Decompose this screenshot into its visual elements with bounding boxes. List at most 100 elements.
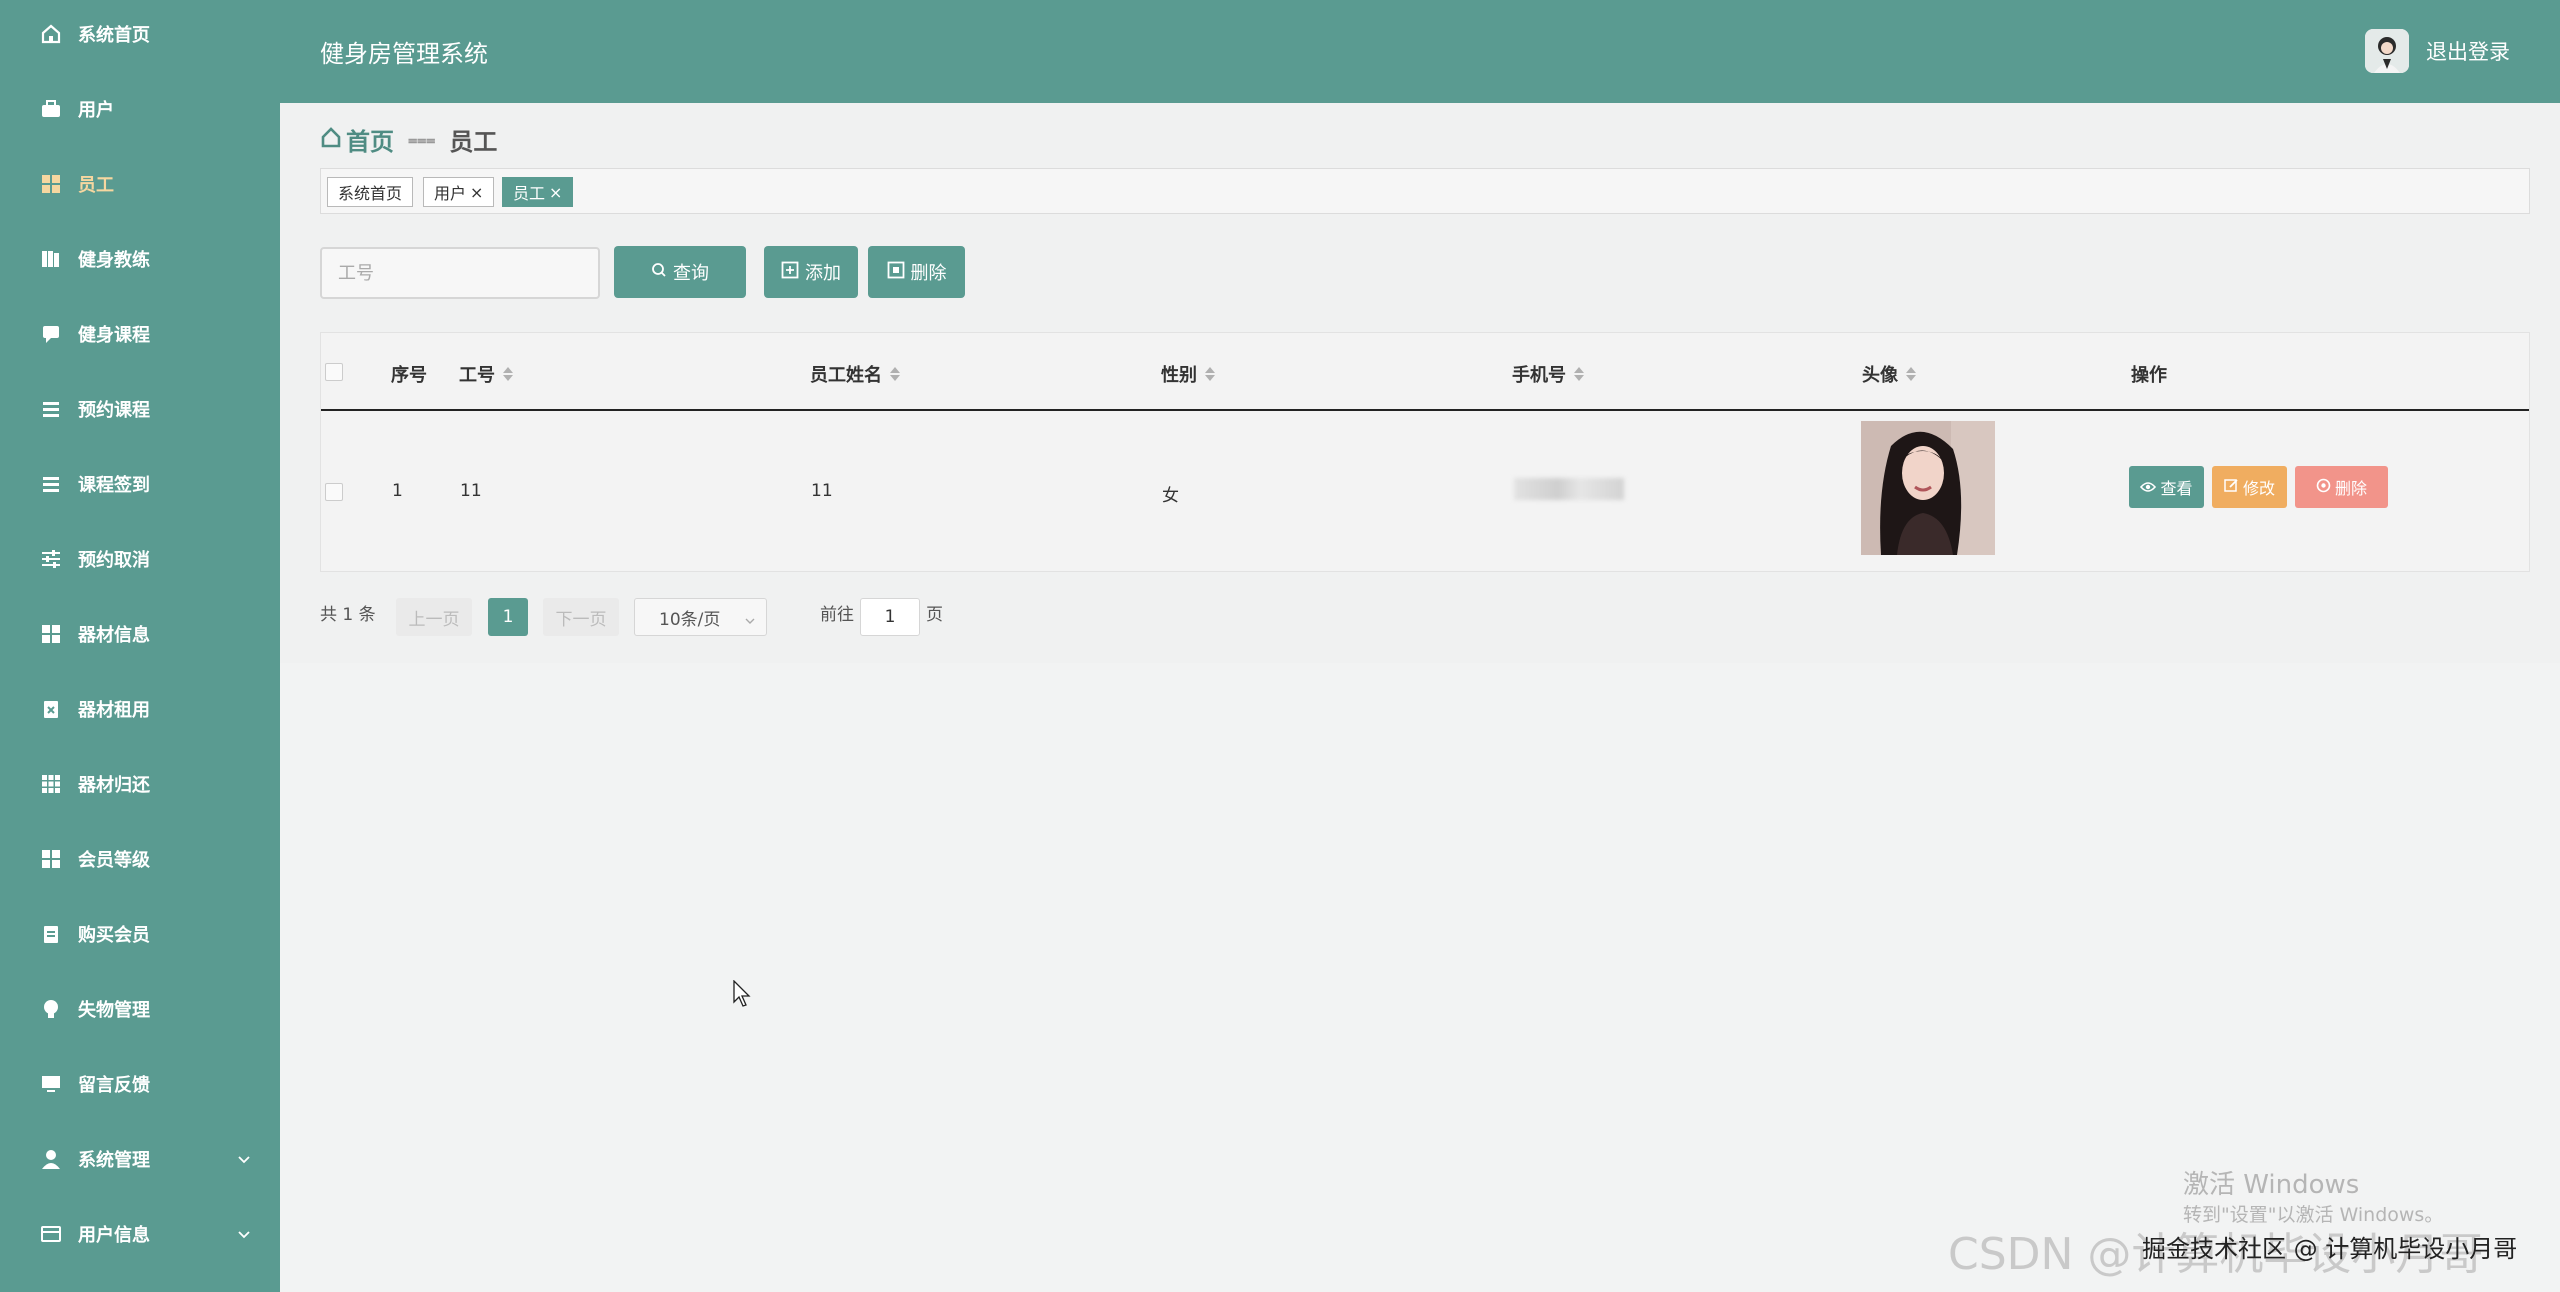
goto-label: 前往 [820,605,854,625]
sidebar-item-course[interactable]: 健身课程 [0,296,280,371]
sidebar-item-user-info[interactable]: 用户信息 [0,1196,280,1271]
sort-icon[interactable] [503,367,513,381]
sidebar-item-lost-found[interactable]: 失物管理 [0,971,280,1046]
clipboard-icon [40,923,62,945]
tag-label: 用户 [434,184,467,203]
page-number-current[interactable]: 1 [488,598,528,636]
page-suffix: 页 [926,605,943,625]
next-page-button[interactable]: 下一页 [543,598,619,636]
query-button[interactable]: 查询 [614,246,746,298]
select-all-checkbox[interactable] [325,363,343,381]
sidebar-item-users[interactable]: 用户 [0,71,280,146]
sidebar-item-label: 健身课程 [78,324,150,346]
sidebar-item-buy-member[interactable]: 购买会员 [0,896,280,971]
close-icon[interactable]: × [549,183,562,202]
column-header-phone[interactable]: 手机号 [1512,361,1584,387]
plus-square-icon [781,261,799,284]
sidebar-item-booking[interactable]: 预约课程 [0,371,280,446]
page-size-select[interactable]: 10条/页 [634,598,767,636]
breadcrumb-separator: ⩶ [408,129,436,149]
sidebar-item-label: 器材归还 [78,774,150,796]
add-button[interactable]: 添加 [764,246,858,298]
eye-icon [2140,478,2157,497]
column-header-avatar[interactable]: 头像 [1862,361,1916,387]
tag-label: 系统首页 [338,184,403,203]
home-icon [40,23,62,45]
goto-page-input[interactable]: 1 [860,598,920,636]
sort-icon[interactable] [1205,367,1215,381]
sidebar-item-home[interactable]: 系统首页 [0,0,280,71]
sliders-icon [40,548,62,570]
tag-staff[interactable]: 员工 × [502,177,574,207]
cell-name: 11 [811,481,833,501]
chevron-down-icon [236,1151,252,1167]
sidebar-item-equipment[interactable]: 器材信息 [0,596,280,671]
prev-page-button[interactable]: 上一页 [396,598,472,636]
chat-icon [40,323,62,345]
logout-button[interactable]: 退出登录 [2426,36,2510,66]
sidebar-item-label: 课程签到 [78,474,150,496]
staff-photo [1861,421,1995,555]
batch-delete-button[interactable]: 删除 [868,246,965,298]
chevron-down-icon [236,1226,252,1242]
chevron-down-icon [744,612,756,632]
sort-icon[interactable] [1574,367,1584,381]
cell-gender: 女 [1162,486,1179,506]
column-header-actions: 操作 [2131,365,2167,386]
close-icon[interactable]: × [470,183,483,202]
edit-icon [2224,478,2239,497]
sidebar-item-label: 系统管理 [78,1149,150,1171]
grid-icon [40,173,62,195]
tags-bar: 系统首页 用户 × 员工 × [320,168,2530,214]
sidebar-item-label: 健身教练 [78,249,150,271]
column-header-job-no[interactable]: 工号 [459,361,513,387]
sidebar-item-return[interactable]: 器材归还 [0,746,280,821]
column-header-gender[interactable]: 性别 [1161,361,1215,387]
delete-button[interactable]: 删除 [2295,466,2388,508]
app-title: 健身房管理系统 [320,40,488,68]
sidebar-item-staff[interactable]: 员工 [0,146,280,221]
tag-users[interactable]: 用户 × [423,177,495,207]
grid-icon [40,848,62,870]
clipboard-x-icon [40,698,62,720]
view-button[interactable]: 查看 [2129,466,2204,508]
sidebar-item-label: 器材信息 [78,624,150,646]
total-count: 共 1 条 [320,605,376,625]
sort-icon[interactable] [1906,367,1916,381]
tag-label: 员工 [513,184,546,203]
column-header-name[interactable]: 员工姓名 [810,361,900,387]
row-checkbox[interactable] [325,483,343,501]
table-icon [40,773,62,795]
job-no-search-input[interactable] [320,247,600,299]
breadcrumb-home-label: 首页 [346,128,394,156]
avatar[interactable] [2365,29,2409,73]
edit-button[interactable]: 修改 [2212,466,2287,508]
query-label: 查询 [673,263,709,284]
sidebar-item-coach[interactable]: 健身教练 [0,221,280,296]
breadcrumb-home[interactable]: 首页 [320,122,394,157]
sidebar: 系统首页 用户 员工 健身教练 健身课程 预约课程 课程签到 预约取消 器材信息… [0,0,280,1292]
breadcrumb-current: 员工 [449,128,498,156]
card-icon [40,1223,62,1245]
book-icon [40,248,62,270]
sidebar-item-feedback[interactable]: 留言反馈 [0,1046,280,1121]
list-icon [40,398,62,420]
sidebar-item-checkin[interactable]: 课程签到 [0,446,280,521]
cell-index: 1 [392,481,403,501]
sidebar-item-rental[interactable]: 器材租用 [0,671,280,746]
sidebar-item-label: 留言反馈 [78,1074,150,1096]
sidebar-item-cancel[interactable]: 预约取消 [0,521,280,596]
edit-label: 修改 [2242,479,2275,498]
sidebar-item-label: 系统首页 [78,24,150,46]
sort-icon[interactable] [890,367,900,381]
sidebar-item-member-level[interactable]: 会员等级 [0,821,280,896]
tag-home[interactable]: 系统首页 [327,177,414,207]
sidebar-item-label: 员工 [78,174,114,196]
juejin-watermark: 掘金技术社区 @ 计算机毕设小月哥 [2142,1235,2518,1263]
briefcase-icon [40,98,62,120]
delete-label: 删除 [2334,479,2367,498]
sidebar-item-system[interactable]: 系统管理 [0,1121,280,1196]
windows-activation-title: 激活 Windows [2183,1170,2360,1200]
sidebar-item-label: 预约课程 [78,399,150,421]
sidebar-item-label: 购买会员 [78,924,150,946]
